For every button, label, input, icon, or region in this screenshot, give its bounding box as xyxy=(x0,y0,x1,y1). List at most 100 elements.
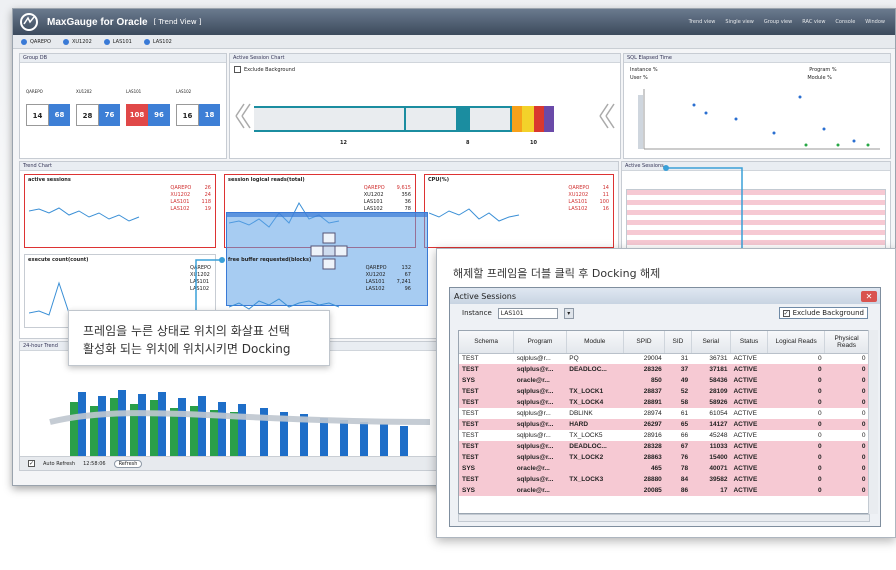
auto-refresh-checkbox[interactable]: ✓ xyxy=(28,460,35,467)
table-cell: ACTIVE xyxy=(730,397,768,408)
group-db-card[interactable]: LAS102 16 18 xyxy=(176,89,220,126)
program-filter[interactable]: Program % xyxy=(809,67,836,73)
instance-bar: QAREPO XU1202 LAS101 LAS102 xyxy=(13,35,895,49)
instance-status-icon xyxy=(143,38,150,45)
trend-mini-chart[interactable]: active sessions QAREPO 26 XU1202 24 LAS101… xyxy=(24,174,216,248)
table-cell: sqlplus@r... xyxy=(513,408,567,419)
column-header[interactable]: Module xyxy=(566,331,624,354)
window-title: Active Sessions xyxy=(454,291,516,301)
table-cell: sqlplus@r... xyxy=(513,386,567,397)
table-row[interactable]: TEST sqlplus@r... DBLINK 28974 61 61054 ACTIVE… xyxy=(459,408,869,419)
group-db-card[interactable]: XU1202 28 76 xyxy=(76,89,120,126)
column-header[interactable]: Serial xyxy=(691,331,731,354)
instance-filter[interactable]: Instance % xyxy=(630,67,658,73)
refresh-button[interactable]: Refresh xyxy=(113,459,143,468)
instance-select[interactable]: LAS101 xyxy=(497,307,558,319)
table-cell: 28891 xyxy=(623,397,665,408)
menu-rac-view[interactable]: RAC view xyxy=(802,19,825,25)
vertical-scrollbar[interactable] xyxy=(868,330,878,514)
table-cell: 28326 xyxy=(623,364,665,375)
table-cell: 78 xyxy=(664,463,692,474)
column-header[interactable]: Schema xyxy=(459,331,515,354)
table-cell: 0 xyxy=(767,375,825,386)
table-row[interactable]: SYS oracle@r... 465 78 40071 ACTIVE 0 0 xyxy=(459,463,869,474)
table-cell: oracle@r... xyxy=(513,375,567,386)
table-cell: 0 xyxy=(824,386,869,397)
column-header[interactable]: SID xyxy=(664,331,692,354)
table-cell: DEADLOC... xyxy=(566,441,624,452)
instance-status-icon xyxy=(21,38,27,45)
table-cell: 45248 xyxy=(691,430,731,441)
table-cell: 0 xyxy=(767,485,825,496)
panel-title: Trend Chart xyxy=(20,162,618,171)
table-row[interactable]: TEST sqlplus@r... TX_LOCK1 28837 52 28109 ACTI… xyxy=(459,386,869,397)
table-cell: TX_LOCK5 xyxy=(566,430,624,441)
horizontal-scrollbar[interactable] xyxy=(458,514,870,522)
active-sessions-window[interactable]: Active Sessions ✕ Instance LAS101 ▾ ✓ Ex… xyxy=(449,287,881,527)
close-icon[interactable]: ✕ xyxy=(861,290,877,302)
menu-console[interactable]: Console xyxy=(835,19,855,25)
scroll-left-icon xyxy=(235,103,251,129)
column-header[interactable]: Program xyxy=(513,331,567,354)
sql-elapsed-panel: SQL Elapsed Time Instance % Program % Us… xyxy=(623,53,891,159)
table-cell: SYS xyxy=(459,375,514,386)
table-cell: 31 xyxy=(664,353,692,364)
table-cell: 49 xyxy=(664,375,692,386)
menu-trend-view[interactable]: Trend view xyxy=(689,19,716,25)
table-cell: ACTIVE xyxy=(730,463,768,474)
table-row[interactable]: TEST sqlplus@r... HARD 26297 65 14127 ACTIVE 0 0 xyxy=(459,419,869,430)
column-header[interactable]: Status xyxy=(730,331,769,354)
instance-tab[interactable]: XU1202 xyxy=(62,38,92,45)
table-cell: 0 xyxy=(824,408,869,419)
table-cell: TX_LOCK1 xyxy=(566,386,624,397)
table-cell: TEST xyxy=(459,452,514,463)
table-row[interactable]: SYS oracle@r... 850 49 58436 ACTIVE 0 0 xyxy=(459,375,869,386)
table-cell: 28328 xyxy=(623,441,665,452)
table-cell: 39582 xyxy=(691,474,731,485)
column-header[interactable]: Physical Reads xyxy=(824,331,869,354)
sql-scatter-plot[interactable] xyxy=(624,85,884,155)
checkbox-icon[interactable]: ✓ xyxy=(782,309,790,317)
group-db-card[interactable]: LAS101 108 96 xyxy=(126,89,170,126)
menu-window[interactable]: Window xyxy=(865,19,885,25)
column-header[interactable]: SPID xyxy=(623,331,666,354)
table-row[interactable]: TEST sqlplus@r... TX_LOCK3 28880 84 39582 ACTI… xyxy=(459,474,869,485)
table-cell: TEST xyxy=(459,386,514,397)
trend-mini-chart[interactable]: CPU(%) QAREPO 14 XU1202 11 LAS101 100 LAS10… xyxy=(424,174,614,248)
table-cell: 0 xyxy=(767,474,825,485)
column-header[interactable]: Logical Reads xyxy=(767,331,826,354)
menu-group-view[interactable]: Group view xyxy=(764,19,792,25)
table-cell xyxy=(566,375,624,386)
table-row[interactable]: TEST sqlplus@r... TX_LOCK2 28863 76 15400 ACTI… xyxy=(459,452,869,463)
active-session-bar-chart[interactable] xyxy=(230,76,622,156)
table-cell: sqlplus@r... xyxy=(513,364,567,375)
table-cell: 58926 xyxy=(691,397,731,408)
instance-tab[interactable]: LAS102 xyxy=(143,38,172,45)
refresh-time: 12:58:06 xyxy=(83,460,106,467)
panel-title: Active Sessions xyxy=(622,162,890,171)
instance-tab[interactable]: LAS101 xyxy=(103,38,132,45)
table-cell: ACTIVE xyxy=(730,474,768,485)
table-cell: 0 xyxy=(824,353,869,364)
table-cell: 11033 xyxy=(691,441,731,452)
table-row[interactable]: TEST sqlplus@r... DEADLOC... 28326 37 37181 AC… xyxy=(459,364,869,375)
table-cell: oracle@r... xyxy=(513,485,567,496)
table-cell: 0 xyxy=(767,397,825,408)
exclude-background-checkbox[interactable] xyxy=(234,66,241,73)
table-row[interactable]: TEST sqlplus@r... PQ 29004 31 36731 ACTIVE 0 0 xyxy=(459,353,869,364)
table-row[interactable]: TEST sqlplus@r... DEADLOC... 28328 67 11033 AC… xyxy=(459,441,869,452)
user-filter[interactable]: User % xyxy=(630,75,648,81)
chevron-down-icon[interactable]: ▾ xyxy=(563,307,574,319)
active-sessions-titlebar[interactable]: Active Sessions ✕ xyxy=(450,288,880,304)
exclude-background-toggle[interactable]: ✓ Exclude Background xyxy=(778,307,868,319)
menu-single-view[interactable]: Single view xyxy=(725,19,753,25)
table-cell: 29004 xyxy=(623,353,665,364)
instance-tab[interactable]: QAREPO xyxy=(21,38,51,45)
module-filter[interactable]: Module % xyxy=(807,75,832,81)
table-row[interactable]: SYS oracle@r... 20085 86 17 ACTIVE 0 0 xyxy=(459,485,869,496)
table-cell: 28880 xyxy=(623,474,665,485)
table-row[interactable]: TEST sqlplus@r... TX_LOCK5 28916 66 45248 ACTI… xyxy=(459,430,869,441)
table-cell: TEST xyxy=(459,474,514,485)
table-row[interactable]: TEST sqlplus@r... TX_LOCK4 28891 58 58926 ACTI… xyxy=(459,397,869,408)
group-db-card[interactable]: QAREPO 14 68 xyxy=(26,89,70,126)
